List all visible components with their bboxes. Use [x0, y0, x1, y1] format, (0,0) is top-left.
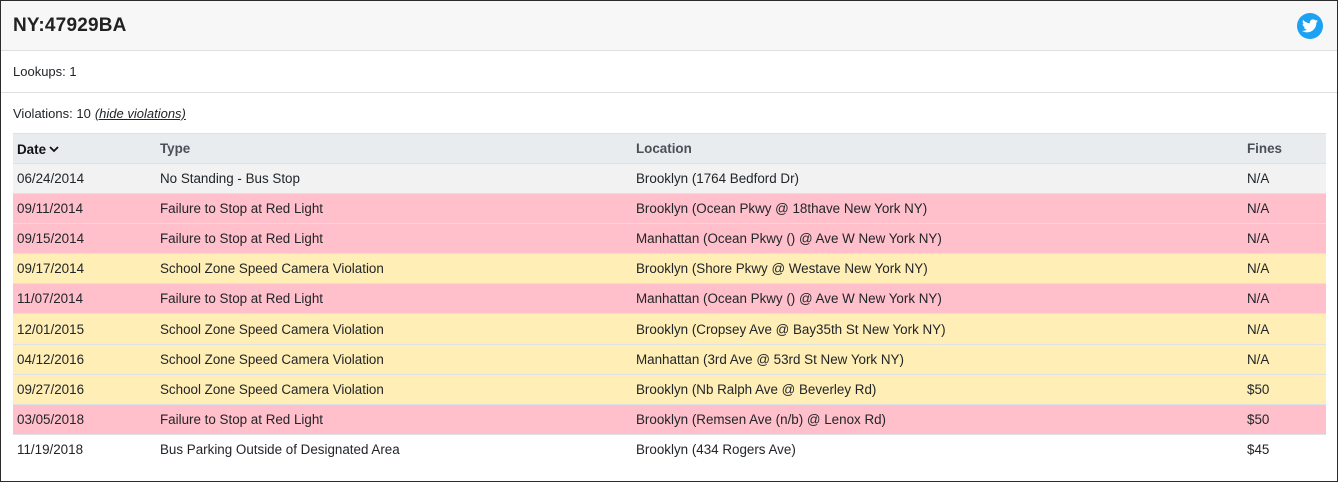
cell-date: 09/11/2014 — [17, 201, 84, 217]
violations-table-body: 06/24/2014 No Standing - Bus Stop Brooklyn… — [13, 163, 1326, 465]
column-header-location[interactable]: Location — [632, 134, 1243, 164]
cell-date: 06/24/2014 — [17, 171, 85, 187]
twitter-share-button[interactable] — [1297, 12, 1323, 39]
cell-location: Brooklyn (Cropsey Ave @ Bay35th St New Y… — [636, 321, 946, 337]
cell-type: Failure to Stop at Red Light — [160, 231, 324, 247]
card-header: NY:47929BA — [1, 1, 1337, 51]
cell-type: Bus Parking Outside of Designated Area — [160, 442, 400, 458]
cell-fines: $50 — [1247, 411, 1270, 427]
cell-location: Manhattan (Ocean Pkwy () @ Ave W New Yor… — [636, 231, 942, 247]
plate-lookup-card: NY:47929BA Lookups: 1 Violations: 10 (hi… — [0, 0, 1338, 482]
cell-fines: $45 — [1247, 442, 1270, 458]
table-row: 04/12/2016 School Zone Speed Camera Viola… — [13, 344, 1326, 375]
cell-location: Brooklyn (434 Rogers Ave) — [636, 442, 796, 458]
cell-location: Manhattan (Ocean Pkwy () @ Ave W New Yor… — [636, 291, 942, 307]
table-row: 09/27/2016 School Zone Speed Camera Viola… — [13, 374, 1326, 405]
table-row: 12/01/2015 School Zone Speed Camera Viola… — [13, 313, 1326, 345]
cell-date: 12/01/2015 — [17, 321, 85, 337]
chevron-down-icon — [49, 141, 59, 156]
table-row: 06/24/2014 No Standing - Bus Stop Brooklyn… — [13, 163, 1326, 194]
cell-type: School Zone Speed Camera Violation — [160, 351, 384, 367]
cell-fines: N/A — [1247, 351, 1270, 367]
table-header-row: Date Type Location Fines — [13, 133, 1326, 164]
cell-type: No Standing - Bus Stop — [160, 171, 300, 187]
cell-date: 04/12/2016 — [17, 351, 85, 367]
violations-table: Date Type Location Fines 06/24/2014 No St… — [13, 133, 1326, 465]
table-row: 09/15/2014 Failure to Stop at Red Light Ma… — [13, 223, 1326, 254]
cell-date: 11/07/2014 — [17, 291, 84, 307]
column-header-fines[interactable]: Fines — [1243, 134, 1326, 164]
cell-fines: $50 — [1247, 381, 1270, 397]
cell-fines: N/A — [1247, 261, 1270, 277]
cell-location: Brooklyn (Remsen Ave (n/b) @ Lenox Rd) — [636, 411, 887, 427]
table-row: 03/05/2018 Failure to Stop at Red Light Br… — [13, 404, 1326, 435]
cell-fines: N/A — [1247, 231, 1270, 247]
violations-summary: Violations: 10 (hide violations) — [1, 93, 1337, 131]
cell-fines: N/A — [1247, 291, 1270, 307]
cell-date: 11/19/2018 — [17, 442, 84, 458]
cell-fines: N/A — [1247, 171, 1270, 187]
table-row: 09/11/2014 Failure to Stop at Red Light Br… — [13, 193, 1326, 224]
cell-type: Failure to Stop at Red Light — [160, 411, 324, 427]
cell-date: 09/15/2014 — [17, 231, 85, 247]
twitter-icon — [1302, 18, 1318, 32]
cell-fines: N/A — [1247, 201, 1270, 217]
plate-title: NY:47929BA — [13, 14, 127, 36]
cell-type: School Zone Speed Camera Violation — [160, 261, 384, 277]
cell-location: Brooklyn (Nb Ralph Ave @ Beverley Rd) — [636, 381, 877, 397]
cell-type: Failure to Stop at Red Light — [160, 201, 324, 217]
table-row: 11/19/2018 Bus Parking Outside of Designa… — [13, 434, 1326, 465]
violations-count: Violations: 10 — [13, 106, 91, 121]
lookups-count: Lookups: 1 — [1, 51, 1337, 93]
cell-type: School Zone Speed Camera Violation — [160, 381, 384, 397]
cell-location: Brooklyn (1764 Bedford Dr) — [636, 171, 799, 187]
column-header-type[interactable]: Type — [156, 134, 632, 164]
cell-date: 09/27/2016 — [17, 381, 85, 397]
cell-date: 09/17/2014 — [17, 261, 85, 277]
cell-type: Failure to Stop at Red Light — [160, 291, 324, 307]
cell-location: Brooklyn (Shore Pkwy @ Westave New York … — [636, 261, 928, 277]
cell-date: 03/05/2018 — [17, 411, 85, 427]
cell-location: Manhattan (3rd Ave @ 53rd St New York NY… — [636, 351, 904, 367]
column-header-date[interactable]: Date — [13, 134, 156, 164]
table-row: 11/07/2014 Failure to Stop at Red Light Ma… — [13, 283, 1326, 314]
table-row: 09/17/2014 School Zone Speed Camera Viola… — [13, 253, 1326, 284]
hide-violations-link[interactable]: (hide violations) — [95, 106, 186, 121]
cell-type: School Zone Speed Camera Violation — [160, 321, 384, 337]
cell-location: Brooklyn (Ocean Pkwy @ 18thave New York … — [636, 201, 928, 217]
column-header-date-label: Date — [17, 141, 47, 157]
cell-fines: N/A — [1247, 321, 1270, 337]
